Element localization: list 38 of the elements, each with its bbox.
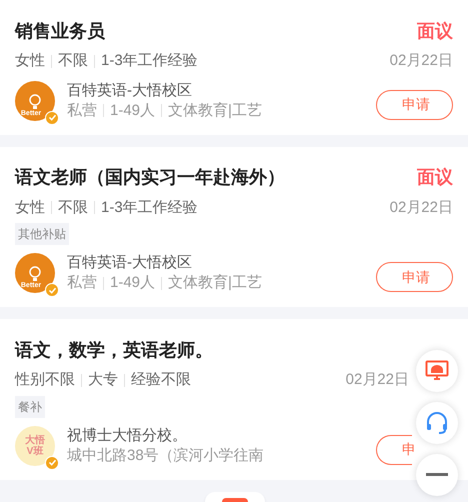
post-date: 02月22日 [390,198,453,218]
company-info: 私营 [67,273,97,293]
requirement: 1-3年工作经验 [101,198,198,218]
requirement: 女性 [15,51,45,71]
minus-icon [426,473,448,477]
apply-button[interactable]: 申请 [376,262,453,292]
requirement: 性别不限 [15,370,75,390]
requirement: 不限 [58,51,88,71]
apply-button[interactable]: 申 [376,434,412,464]
apply-button[interactable]: 申请 [376,90,453,120]
company-info: 私营 [67,100,97,120]
job-title: 销售业务员 [15,20,105,42]
company-name: 百特英语-大悟校区 [67,80,192,100]
requirement: 女性 [15,198,45,218]
requirement: 大专 [88,370,118,390]
requirement: 不限 [58,198,88,218]
company-logo: 大悟V班 [15,426,55,466]
salary: 面议 [417,20,453,42]
company-name: 祝博士大悟分校。 [67,426,187,446]
job-title: 语文，数学，英语老师。 [15,338,213,362]
company-name: 百特英语-大悟校区 [67,253,192,273]
requirement: 经验不限 [131,370,191,390]
company-info: 文体教育|工艺 [168,100,262,120]
benefit-tag: 餐补 [15,396,45,418]
post-date: 02月22日 [390,51,453,71]
benefit-tag: 其他补贴 [15,223,69,245]
floating-button[interactable] [416,454,458,496]
salary: 面议 [417,166,453,189]
company-info: 城中北路38号（滨河小学往南 [67,446,264,466]
company-info: 1-49人 [110,273,156,293]
requirement: 1-3年工作经验 [101,51,198,71]
monitor-icon [425,360,449,382]
post-date: 02月22日 [346,370,409,390]
headset-icon [425,411,449,435]
job-title: 语文老师（国内实习一年赴海外） [15,166,285,189]
floating-button[interactable] [205,492,265,502]
company-info: 1-49人 [110,100,156,120]
company-info: 文体教育|工艺 [168,273,262,293]
